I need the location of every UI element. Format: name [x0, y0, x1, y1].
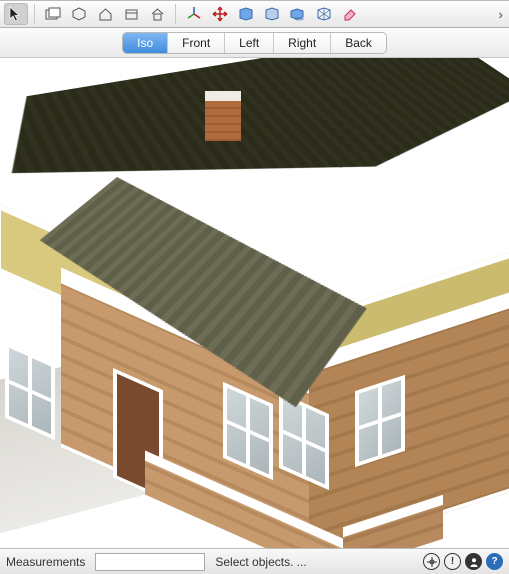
help-icon[interactable]: ?: [486, 553, 503, 570]
outliner-tool[interactable]: [145, 3, 169, 25]
styles-tool[interactable]: [234, 3, 258, 25]
status-hint: Select objects. ...: [215, 555, 306, 569]
fog-tool[interactable]: [260, 3, 284, 25]
model-viewport[interactable]: [0, 58, 509, 548]
view-tabs: Iso Front Left Right Back: [123, 33, 386, 53]
tab-front[interactable]: Front: [167, 33, 224, 53]
tab-back[interactable]: Back: [330, 33, 386, 53]
tab-iso[interactable]: Iso: [123, 33, 167, 53]
user-icon[interactable]: [465, 553, 482, 570]
xray-tool[interactable]: [312, 3, 336, 25]
group-tool[interactable]: [67, 3, 91, 25]
tab-left[interactable]: Left: [224, 33, 273, 53]
component-tool[interactable]: [41, 3, 65, 25]
axis-tool[interactable]: [182, 3, 206, 25]
geolocation-icon[interactable]: [423, 553, 440, 570]
pan-tool-red[interactable]: [208, 3, 232, 25]
date-tool[interactable]: [119, 3, 143, 25]
status-bar: Measurements Select objects. ... ! ?: [0, 548, 509, 574]
measurements-label: Measurements: [6, 555, 85, 569]
measurements-input[interactable]: [95, 553, 205, 571]
select-tool[interactable]: [4, 3, 28, 25]
toolbar-separator: [34, 4, 35, 24]
cursor-icon: [9, 6, 23, 22]
view-tabs-row: Iso Front Left Right Back: [0, 28, 509, 58]
toolbar-overflow[interactable]: ››: [498, 7, 505, 22]
toolbar-separator: [175, 4, 176, 24]
credits-icon[interactable]: !: [444, 553, 461, 570]
status-right-icons: ! ?: [423, 553, 503, 570]
house-tool[interactable]: [93, 3, 117, 25]
eraser-tool[interactable]: [338, 3, 362, 25]
main-toolbar: ››: [0, 0, 509, 28]
shadows-tool[interactable]: [286, 3, 310, 25]
tab-right[interactable]: Right: [273, 33, 330, 53]
house-model: [0, 73, 509, 533]
